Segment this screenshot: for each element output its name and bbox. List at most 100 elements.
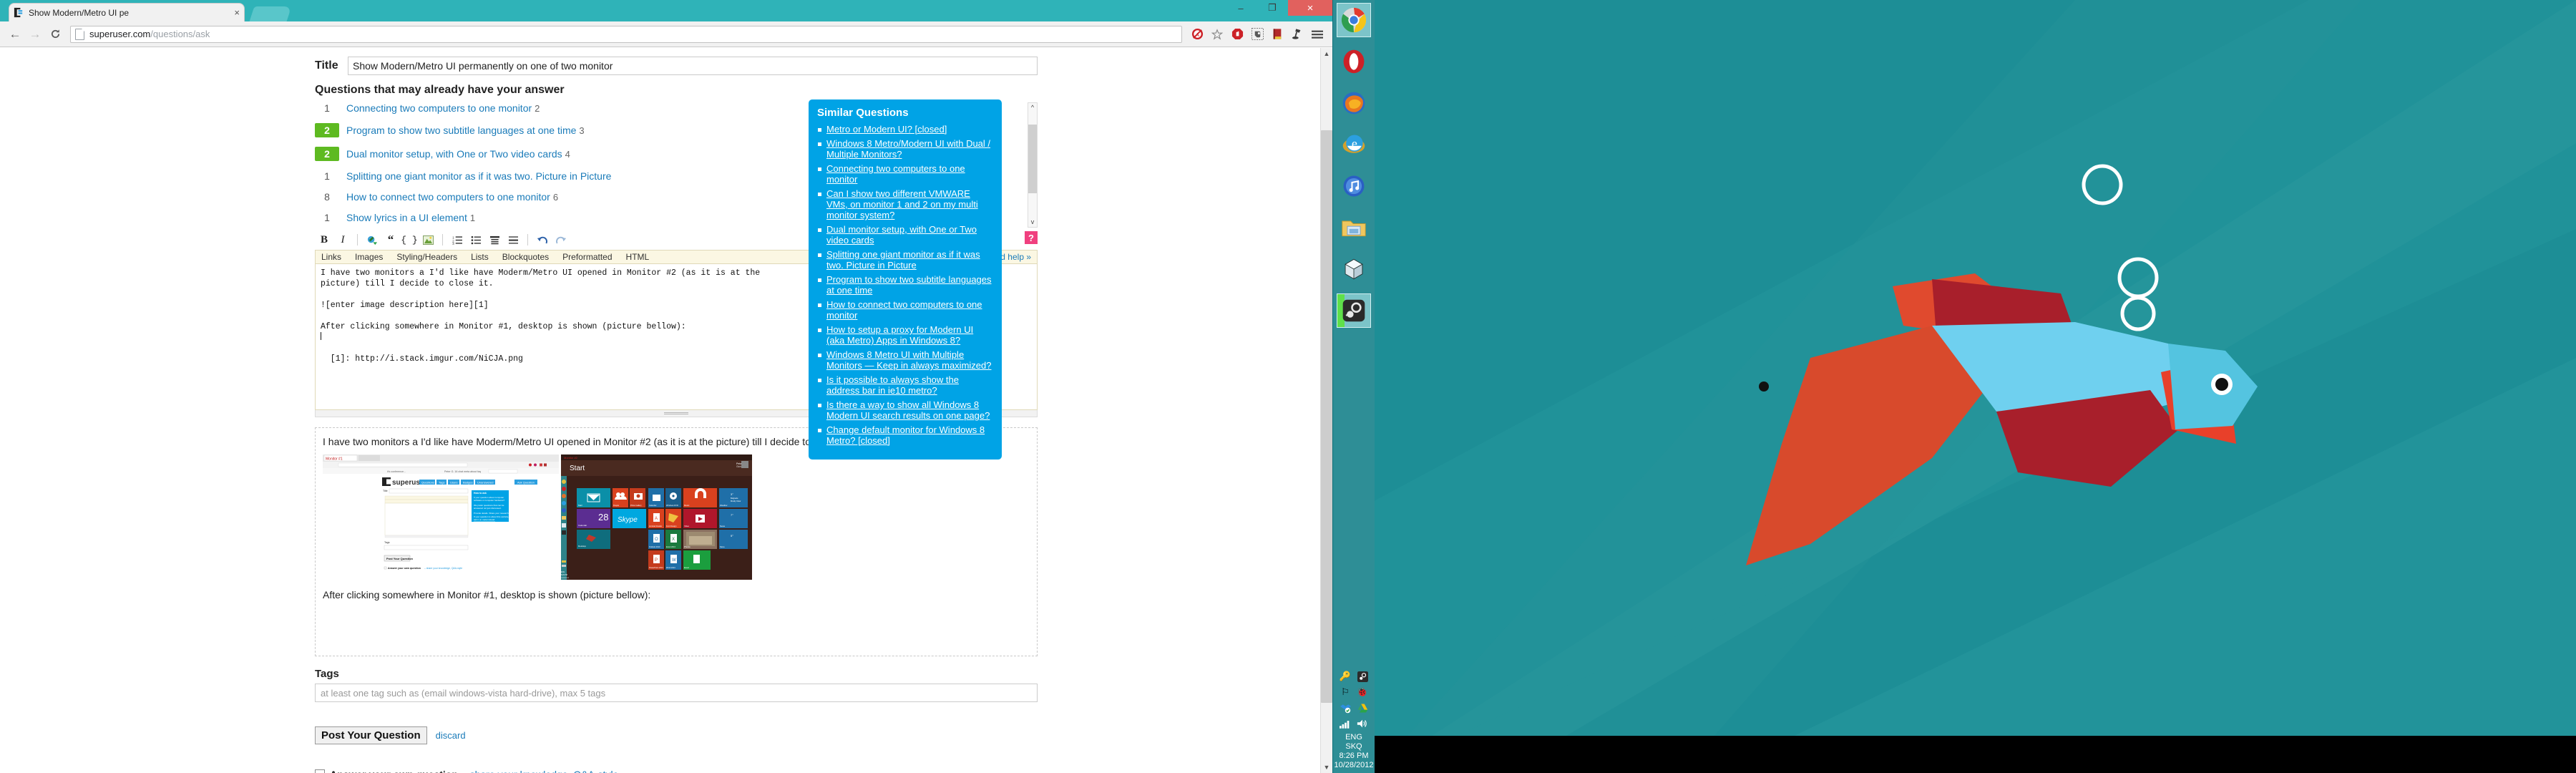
sidebar-question-link[interactable]: Splitting one giant monitor as if it was… xyxy=(826,249,993,271)
tags-input[interactable]: at least one tag such as (email windows-… xyxy=(315,684,1038,702)
steam-tray-icon[interactable] xyxy=(1355,670,1370,683)
browser-tab[interactable]: Show Modern/Metro UI pe × xyxy=(9,3,245,21)
sidebar-question-link[interactable]: Can I show two different VMWARE VMs, on … xyxy=(826,188,993,220)
similar-question-link[interactable]: Connecting two computers to one monitor xyxy=(346,102,532,114)
taskbar-file-explorer-button[interactable] xyxy=(1337,211,1370,244)
sidebar-list-item: Dual monitor setup, with One or Two vide… xyxy=(817,224,993,245)
windows-taskbar[interactable]: e 🔑 ⚐ 🐞 ENG SKQ 8:26 PM 10/28/2012 xyxy=(1332,0,1375,773)
flag-action-center-icon[interactable]: ⚐ xyxy=(1337,686,1353,699)
sidebar-list-item: Windows 8 Metro UI with Multiple Monitor… xyxy=(817,349,993,371)
question-answer-count: 2 xyxy=(535,102,540,114)
clock-date[interactable]: 10/28/2012 xyxy=(1333,761,1375,773)
help-blockquotes[interactable]: Blockquotes xyxy=(502,252,549,262)
help-links[interactable]: Links xyxy=(321,252,341,262)
help-lists[interactable]: Lists xyxy=(471,252,489,262)
discard-link[interactable]: discard xyxy=(436,730,466,741)
sidebar-question-link[interactable]: Is there a way to show all Windows 8 Mod… xyxy=(826,399,993,421)
desk-lamp-icon[interactable] xyxy=(1288,25,1307,44)
window-controls[interactable]: – ❐ × xyxy=(1225,0,1332,21)
tray-keyboard-layout[interactable]: SKQ xyxy=(1333,742,1375,752)
evernote-icon[interactable] xyxy=(1248,25,1267,44)
post-your-question-button[interactable]: Post Your Question xyxy=(315,726,427,744)
bulleted-list-icon[interactable] xyxy=(467,232,485,248)
answer-own-question-checkbox[interactable] xyxy=(315,769,325,773)
sidebar-question-link[interactable]: Metro or Modern UI? [closed] xyxy=(826,124,993,135)
help-styling-headers[interactable]: Styling/Headers xyxy=(396,252,457,262)
scroll-down-arrow[interactable]: ▼ xyxy=(1321,762,1332,773)
help-images[interactable]: Images xyxy=(355,252,383,262)
similar-question-link[interactable]: How to connect two computers to one moni… xyxy=(346,191,550,203)
image-icon[interactable] xyxy=(419,232,437,248)
redo-icon[interactable] xyxy=(552,232,570,248)
volume-icon[interactable] xyxy=(1355,717,1370,730)
sidebar-question-link[interactable]: How to setup a proxy for Modern UI (aka … xyxy=(826,324,993,346)
new-tab-button[interactable] xyxy=(249,6,292,21)
reload-button[interactable] xyxy=(46,25,64,44)
similar-question-link[interactable]: Show lyrics in a UI element xyxy=(346,212,467,223)
link-icon[interactable] xyxy=(363,232,381,248)
similar-scroll-up-arrow[interactable]: ^ xyxy=(1028,103,1037,112)
code-icon[interactable]: { } xyxy=(400,232,419,248)
keys-icon[interactable]: 🔑 xyxy=(1337,670,1353,683)
minimize-button[interactable]: – xyxy=(1225,0,1257,16)
bookmark-star-icon[interactable] xyxy=(1208,25,1226,44)
editor-help-button[interactable]: ? xyxy=(1025,231,1038,244)
scroll-thumb[interactable] xyxy=(1321,130,1332,703)
tray-language[interactable]: ENG xyxy=(1333,733,1375,742)
svg-text:Peter G. 16 chat meta about: Peter G. 16 chat meta about faq xyxy=(444,470,481,473)
adblock-icon[interactable]: A xyxy=(1188,25,1206,44)
dropbox-icon[interactable] xyxy=(1337,701,1353,714)
taskbar-steam-button[interactable] xyxy=(1337,293,1371,328)
scroll-up-arrow[interactable]: ▲ xyxy=(1321,48,1332,59)
forward-button[interactable]: → xyxy=(26,25,44,44)
sidebar-question-link[interactable]: Connecting two computers to one monitor xyxy=(826,163,993,185)
sidebar-question-link[interactable]: How to connect two computers to one moni… xyxy=(826,299,993,321)
similar-scroll-down-arrow[interactable]: v xyxy=(1028,218,1037,227)
quote-icon[interactable]: “ xyxy=(381,232,400,248)
address-bar[interactable]: superuser.com/questions/ask xyxy=(70,25,1182,43)
taskbar-itunes-button[interactable] xyxy=(1337,170,1370,203)
readability-book-icon[interactable] xyxy=(1268,25,1287,44)
title-input[interactable]: Show Modern/Metro UI permanently on one … xyxy=(348,57,1038,75)
undo-icon[interactable] xyxy=(533,232,552,248)
similar-question-link[interactable]: Program to show two subtitle languages a… xyxy=(346,125,576,136)
sidebar-question-link[interactable]: Is it possible to always show the addres… xyxy=(826,374,993,396)
sidebar-question-link[interactable]: Program to show two subtitle languages a… xyxy=(826,274,993,296)
back-button[interactable]: ← xyxy=(6,25,24,44)
google-drive-icon[interactable] xyxy=(1355,701,1370,714)
taskbar-firefox-button[interactable] xyxy=(1337,87,1370,120)
taskbar-chrome-button[interactable] xyxy=(1337,3,1371,37)
close-button[interactable]: × xyxy=(1288,0,1332,16)
sidebar-question-link[interactable]: Change default monitor for Windows 8 Met… xyxy=(826,424,993,446)
system-tray[interactable]: 🔑 ⚐ 🐞 ENG SKQ 8:26 PM 10/28/2012 xyxy=(1333,670,1375,773)
restore-button[interactable]: ❐ xyxy=(1257,0,1288,16)
page-scrollbar[interactable]: ▲ ▼ xyxy=(1320,48,1332,773)
browser-toolbar: ← → superuser.com/questions/ask A xyxy=(0,21,1332,47)
horizontal-rule-icon[interactable] xyxy=(504,232,522,248)
similar-question-link[interactable]: Dual monitor setup, with One or Two vide… xyxy=(346,148,562,160)
taskbar-virtualbox-button[interactable] xyxy=(1337,253,1370,286)
svg-text:3: 3 xyxy=(452,242,454,245)
answer-own-question-row[interactable]: Answer your own question – share your kn… xyxy=(315,769,1038,773)
similar-scroll-thumb[interactable] xyxy=(1028,125,1037,193)
sidebar-question-link[interactable]: Windows 8 Metro UI with Multiple Monitor… xyxy=(826,349,993,371)
help-html[interactable]: HTML xyxy=(626,252,650,262)
similar-list-scrollbar[interactable]: ^ v xyxy=(1028,102,1038,228)
clock-time[interactable]: 8:26 PM xyxy=(1333,752,1375,761)
italic-button[interactable]: I xyxy=(333,232,352,248)
network-signal-icon[interactable] xyxy=(1337,717,1353,730)
sidebar-question-link[interactable]: Windows 8 Metro/Modern UI with Dual / Mu… xyxy=(826,138,993,160)
bug-icon[interactable]: 🐞 xyxy=(1355,686,1370,699)
stop-hand-icon[interactable] xyxy=(1228,25,1246,44)
taskbar-internet-explorer-button[interactable]: e xyxy=(1337,128,1370,161)
sidebar-question-link[interactable]: Dual monitor setup, with One or Two vide… xyxy=(826,224,993,245)
tab-close-icon[interactable]: × xyxy=(234,7,240,18)
similar-question-link[interactable]: Splitting one giant monitor as if it was… xyxy=(346,170,611,182)
numbered-list-icon[interactable]: 123 xyxy=(448,232,467,248)
bold-button[interactable]: B xyxy=(315,232,333,248)
help-preformatted[interactable]: Preformatted xyxy=(562,252,612,262)
page-info-icon[interactable] xyxy=(75,28,84,40)
heading-icon[interactable] xyxy=(485,232,504,248)
chrome-menu-icon[interactable] xyxy=(1308,25,1327,44)
taskbar-opera-button[interactable] xyxy=(1337,45,1370,78)
